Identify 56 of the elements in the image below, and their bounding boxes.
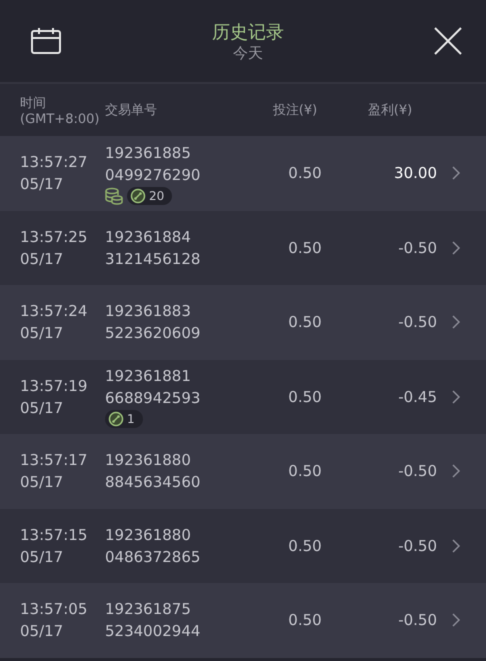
record-row[interactable]: 13:57:19 05/17 192361881 6688942593 1 0.50 -0.45 xyxy=(0,360,486,434)
stake-cell-text: 0.50 xyxy=(287,312,323,334)
time-cell-text: 13:57:15 05/17 xyxy=(19,524,88,568)
order-number: 192361883 5223620609 xyxy=(105,301,202,344)
time-cell-text: 13:57:25 05/17 xyxy=(19,226,88,270)
stake-cell-text: 0.50 xyxy=(287,163,323,184)
time-cell-text: 13:57:17 05/17 xyxy=(19,450,88,494)
order-number: 192361875 5234002944 xyxy=(105,599,202,642)
profit-cell-text: 30.00 xyxy=(393,163,437,184)
profit-cell-text: -0.50 xyxy=(397,461,437,482)
time-cell-text: 13:57:27 05/17 xyxy=(19,152,88,196)
stake-cell-text: 0.50 xyxy=(287,238,323,259)
time-cell-text: 13:57:24 05/17 xyxy=(19,301,88,344)
chevron-right-icon xyxy=(451,240,461,256)
link-icon xyxy=(108,411,124,428)
record-row[interactable]: 13:57:24 05/17 192361883 5223620609 0.50 -0.50 xyxy=(0,285,486,360)
stake-cell-text: 0.50 xyxy=(287,461,323,482)
order-number: 192361885 0499276290 xyxy=(105,142,202,186)
column-header: 盈利(¥) xyxy=(366,102,414,119)
record-row[interactable]: 13:57:05 05/17 192361875 5234002944 0.50 -0.50 xyxy=(0,583,486,658)
time-cell-text: 13:57:05 05/17 xyxy=(19,599,88,642)
record-row[interactable]: 13:57:25 05/17 192361884 3121456128 0.50 -0.50 xyxy=(0,210,486,285)
column-header: 投注(¥) xyxy=(272,102,318,119)
close-button[interactable] xyxy=(434,27,462,55)
profit-cell-text: -0.50 xyxy=(397,610,437,632)
stake-cell-text: 0.50 xyxy=(287,610,323,632)
record-row[interactable]: 13:57:17 05/17 192361880 8845634560 0.50 -0.50 xyxy=(0,434,486,508)
profit-cell-text: -0.50 xyxy=(397,536,437,557)
order-number: 192361884 3121456128 xyxy=(105,226,202,270)
close-icon xyxy=(434,27,462,55)
order-number: 192361880 8845634560 xyxy=(105,450,202,494)
column-header: 交易单号 xyxy=(105,102,158,119)
stake-cell-text: 0.50 xyxy=(287,536,323,557)
chevron-right-icon xyxy=(451,314,461,330)
page-title: 历史记录 xyxy=(212,20,284,44)
stake-cell-text: 0.50 xyxy=(287,386,323,408)
order-number: 192361880 0486372865 xyxy=(105,524,202,568)
link-count: 20 xyxy=(149,188,164,203)
profit-cell-text: -0.50 xyxy=(397,238,437,259)
date-filter-label: 今天 xyxy=(233,44,263,62)
calendar-button[interactable] xyxy=(30,27,62,55)
chevron-right-icon xyxy=(451,463,461,480)
profit-cell-text: -0.45 xyxy=(397,386,437,408)
record-row[interactable]: 13:57:15 05/17 192361880 0486372865 0.50 -0.50 xyxy=(0,508,486,583)
record-row[interactable]: 13:57:27 05/17 192361885 0499276290 20 0.50 30.00 xyxy=(0,136,486,210)
order-number: 192361881 6688942593 xyxy=(105,366,202,410)
column-header: 时间 (GMT+8:00) xyxy=(19,94,100,126)
time-cell-text: 13:57:19 05/17 xyxy=(19,376,88,419)
chevron-right-icon xyxy=(451,612,461,628)
chevron-right-icon xyxy=(451,388,461,405)
link-count: 1 xyxy=(127,412,135,426)
calendar-icon xyxy=(30,27,62,55)
chevron-right-icon xyxy=(451,538,461,554)
chevron-right-icon xyxy=(451,165,461,182)
profit-cell-text: -0.50 xyxy=(397,312,437,334)
link-icon xyxy=(130,188,146,204)
